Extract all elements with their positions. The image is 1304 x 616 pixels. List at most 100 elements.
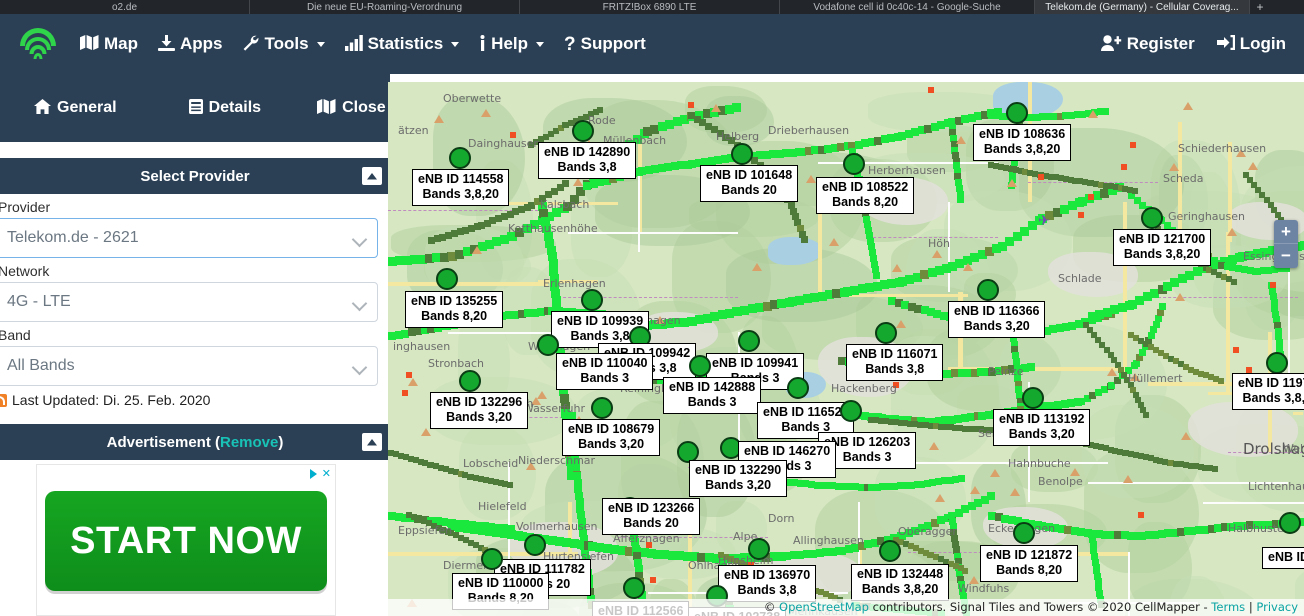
browser-tab[interactable]: Die neue EU-Roaming-Verordnung: [250, 0, 520, 14]
tower-marker[interactable]: [581, 289, 603, 311]
browser-tab[interactable]: o2.de: [0, 0, 250, 14]
tower-label[interactable]: eNB ID 110040 Bands 3: [556, 353, 654, 390]
nav-item-apps[interactable]: Apps: [158, 34, 223, 54]
nav-item-statistics[interactable]: Statistics: [344, 34, 460, 54]
tower-label[interactable]: eNB ID 116366 Bands 3,20: [948, 301, 1046, 338]
privacy-link[interactable]: Privacy: [1256, 600, 1298, 614]
tower-label[interactable]: eNB ID 142888 Bands 3: [663, 377, 762, 414]
map-canvas[interactable]: ✈ Oberwette Dainghausen ätzen Müllenbach Kal…: [388, 82, 1304, 616]
tower-marker[interactable]: [572, 120, 594, 142]
tower-bands: Bands 20: [623, 516, 679, 530]
tower-marker[interactable]: [449, 147, 471, 169]
tower-label[interactable]: eNB ID 113192 Bands 3,20: [993, 409, 1091, 446]
tower-marker[interactable]: [1022, 387, 1044, 409]
openstreetmap-link[interactable]: OpenStreetMap: [779, 600, 869, 614]
tower-marker[interactable]: [879, 540, 901, 562]
chevron-up-icon[interactable]: [362, 433, 382, 451]
tower-marker[interactable]: [623, 577, 645, 599]
tower-enb-id: eNB ID 121872: [986, 548, 1073, 562]
tower-label[interactable]: eNB ID 121700 Bands 3,8,20: [1113, 229, 1212, 266]
ad-card[interactable]: ✕ START NOW: [36, 464, 336, 616]
tower-label[interactable]: eNB ID 101648 Bands 20: [700, 165, 799, 202]
subnav-item-close[interactable]: Close: [317, 99, 386, 117]
zoom-out-button[interactable]: −: [1274, 244, 1298, 268]
ad-cta-button[interactable]: START NOW: [45, 491, 327, 591]
tower-label[interactable]: eNB ID 108636 Bands 3,8,20: [973, 124, 1072, 161]
band-select[interactable]: All Bands: [0, 346, 378, 386]
tower-label[interactable]: eNB ID 132448 Bands 3,8,20: [851, 564, 950, 601]
tower-marker[interactable]: [1013, 522, 1035, 544]
tower-label[interactable]: eNB ID 108522 Bands 8,20: [816, 177, 915, 214]
cellmapper-logo[interactable]: [16, 24, 60, 64]
band-select-value: All Bands: [7, 357, 75, 374]
zoom-in-button[interactable]: +: [1274, 220, 1298, 244]
tower-marker[interactable]: [748, 538, 770, 560]
remove-ad-link[interactable]: Remove: [220, 434, 278, 451]
tower-label[interactable]: eNB ID 121872 Bands 8,20: [980, 545, 1079, 582]
tower-marker[interactable]: [1141, 207, 1163, 229]
subnav-label-general: General: [57, 99, 117, 116]
tower-marker[interactable]: [843, 153, 865, 175]
register-button[interactable]: Register: [1100, 34, 1195, 54]
tower-label[interactable]: eNB ID 135255 Bands 8,20: [405, 291, 504, 328]
subnav-item-details[interactable]: Details: [188, 99, 261, 117]
tower-enb-id: eNB ID 119755: [1268, 550, 1304, 564]
tower-marker[interactable]: [459, 370, 481, 392]
tower-label[interactable]: eNB ID 132290 Bands 3,20: [689, 460, 788, 497]
tower-enb-id: eNB ID 108522: [822, 180, 909, 194]
nav-item-map[interactable]: Map: [80, 34, 138, 54]
tower-label[interactable]: eNB ID 132296 Bands 3,20: [430, 392, 529, 429]
tower-enb-id: eNB ID 109939: [557, 314, 644, 328]
tower-marker[interactable]: [591, 397, 613, 419]
network-select[interactable]: 4G - LTE: [0, 282, 378, 322]
tower-marker[interactable]: [787, 377, 809, 399]
tower-label[interactable]: eNB ID 123266 Bands 20: [602, 498, 701, 535]
advertisement-title-suffix: ): [278, 433, 284, 451]
chevron-up-icon[interactable]: [362, 167, 382, 185]
adchoices-icon[interactable]: [309, 468, 317, 479]
tower-marker[interactable]: [689, 355, 711, 377]
close-icon[interactable]: ✕: [322, 467, 331, 480]
subnav-item-general[interactable]: General: [34, 99, 117, 117]
tower-marker[interactable]: [524, 534, 546, 556]
browser-tab[interactable]: Vodafone cell id 0c40c-14 - Google-Suche: [780, 0, 1035, 14]
terms-link[interactable]: Terms: [1211, 600, 1245, 614]
tower-enb-id: eNB ID 114558: [418, 172, 504, 186]
tower-marker[interactable]: [738, 330, 760, 352]
tower-marker[interactable]: [481, 548, 503, 570]
login-button[interactable]: Login: [1216, 34, 1286, 54]
tower-label[interactable]: eNB ID 116071 Bands 3,8: [846, 344, 944, 381]
tower-marker[interactable]: [1279, 512, 1301, 534]
nav-item-tools[interactable]: Tools: [243, 34, 325, 54]
download-icon: [158, 34, 175, 54]
tower-marker[interactable]: [875, 322, 897, 344]
tower-enb-id: eNB ID 119770: [1238, 376, 1304, 390]
tower-bands: Bands 20: [721, 183, 777, 197]
select-provider-title: Select Provider: [140, 167, 250, 185]
map-attribution: © OpenStreetMap contributors. Signal Til…: [388, 599, 1304, 616]
chevron-down-icon: [316, 41, 325, 47]
chevron-down-icon: [451, 41, 460, 47]
tower-marker[interactable]: [436, 268, 458, 290]
tower-label[interactable]: eNB ID 108679 Bands 3,20: [562, 419, 661, 456]
tower-marker[interactable]: [1266, 352, 1288, 374]
tower-label[interactable]: eNB ID 136970 Bands 3,8: [718, 565, 817, 602]
browser-tab-strip: o2.de Die neue EU-Roaming-Verordnung FRITZ…: [0, 0, 1304, 14]
browser-tab[interactable]: Telekom.de (Germany) - Cellular Coverag.…: [1035, 0, 1250, 14]
tower-marker[interactable]: [840, 400, 862, 422]
band-field-label: Band: [0, 327, 31, 343]
tower-marker[interactable]: [731, 143, 753, 165]
rss-icon[interactable]: [0, 393, 7, 407]
tower-label[interactable]: eNB ID 119770Bands 3,8,20: [1232, 373, 1304, 410]
tower-enb-id: eNB ID 123266: [608, 501, 695, 515]
tower-marker[interactable]: [1006, 102, 1028, 124]
provider-select[interactable]: Telekom.de - 2621: [0, 218, 378, 258]
tower-label[interactable]: eNB ID 142890 Bands 3,8: [538, 142, 637, 179]
new-tab-button[interactable]: +: [1250, 0, 1270, 14]
tower-marker[interactable]: [977, 279, 999, 301]
tower-label[interactable]: eNB ID 119755: [1262, 547, 1304, 569]
browser-tab[interactable]: FRITZ!Box 6890 LTE: [520, 0, 780, 14]
tower-label[interactable]: eNB ID 114558 Bands 3,8,20: [412, 169, 510, 206]
nav-item-help[interactable]: Help: [479, 34, 545, 54]
nav-item-support[interactable]: ? Support: [564, 34, 646, 54]
